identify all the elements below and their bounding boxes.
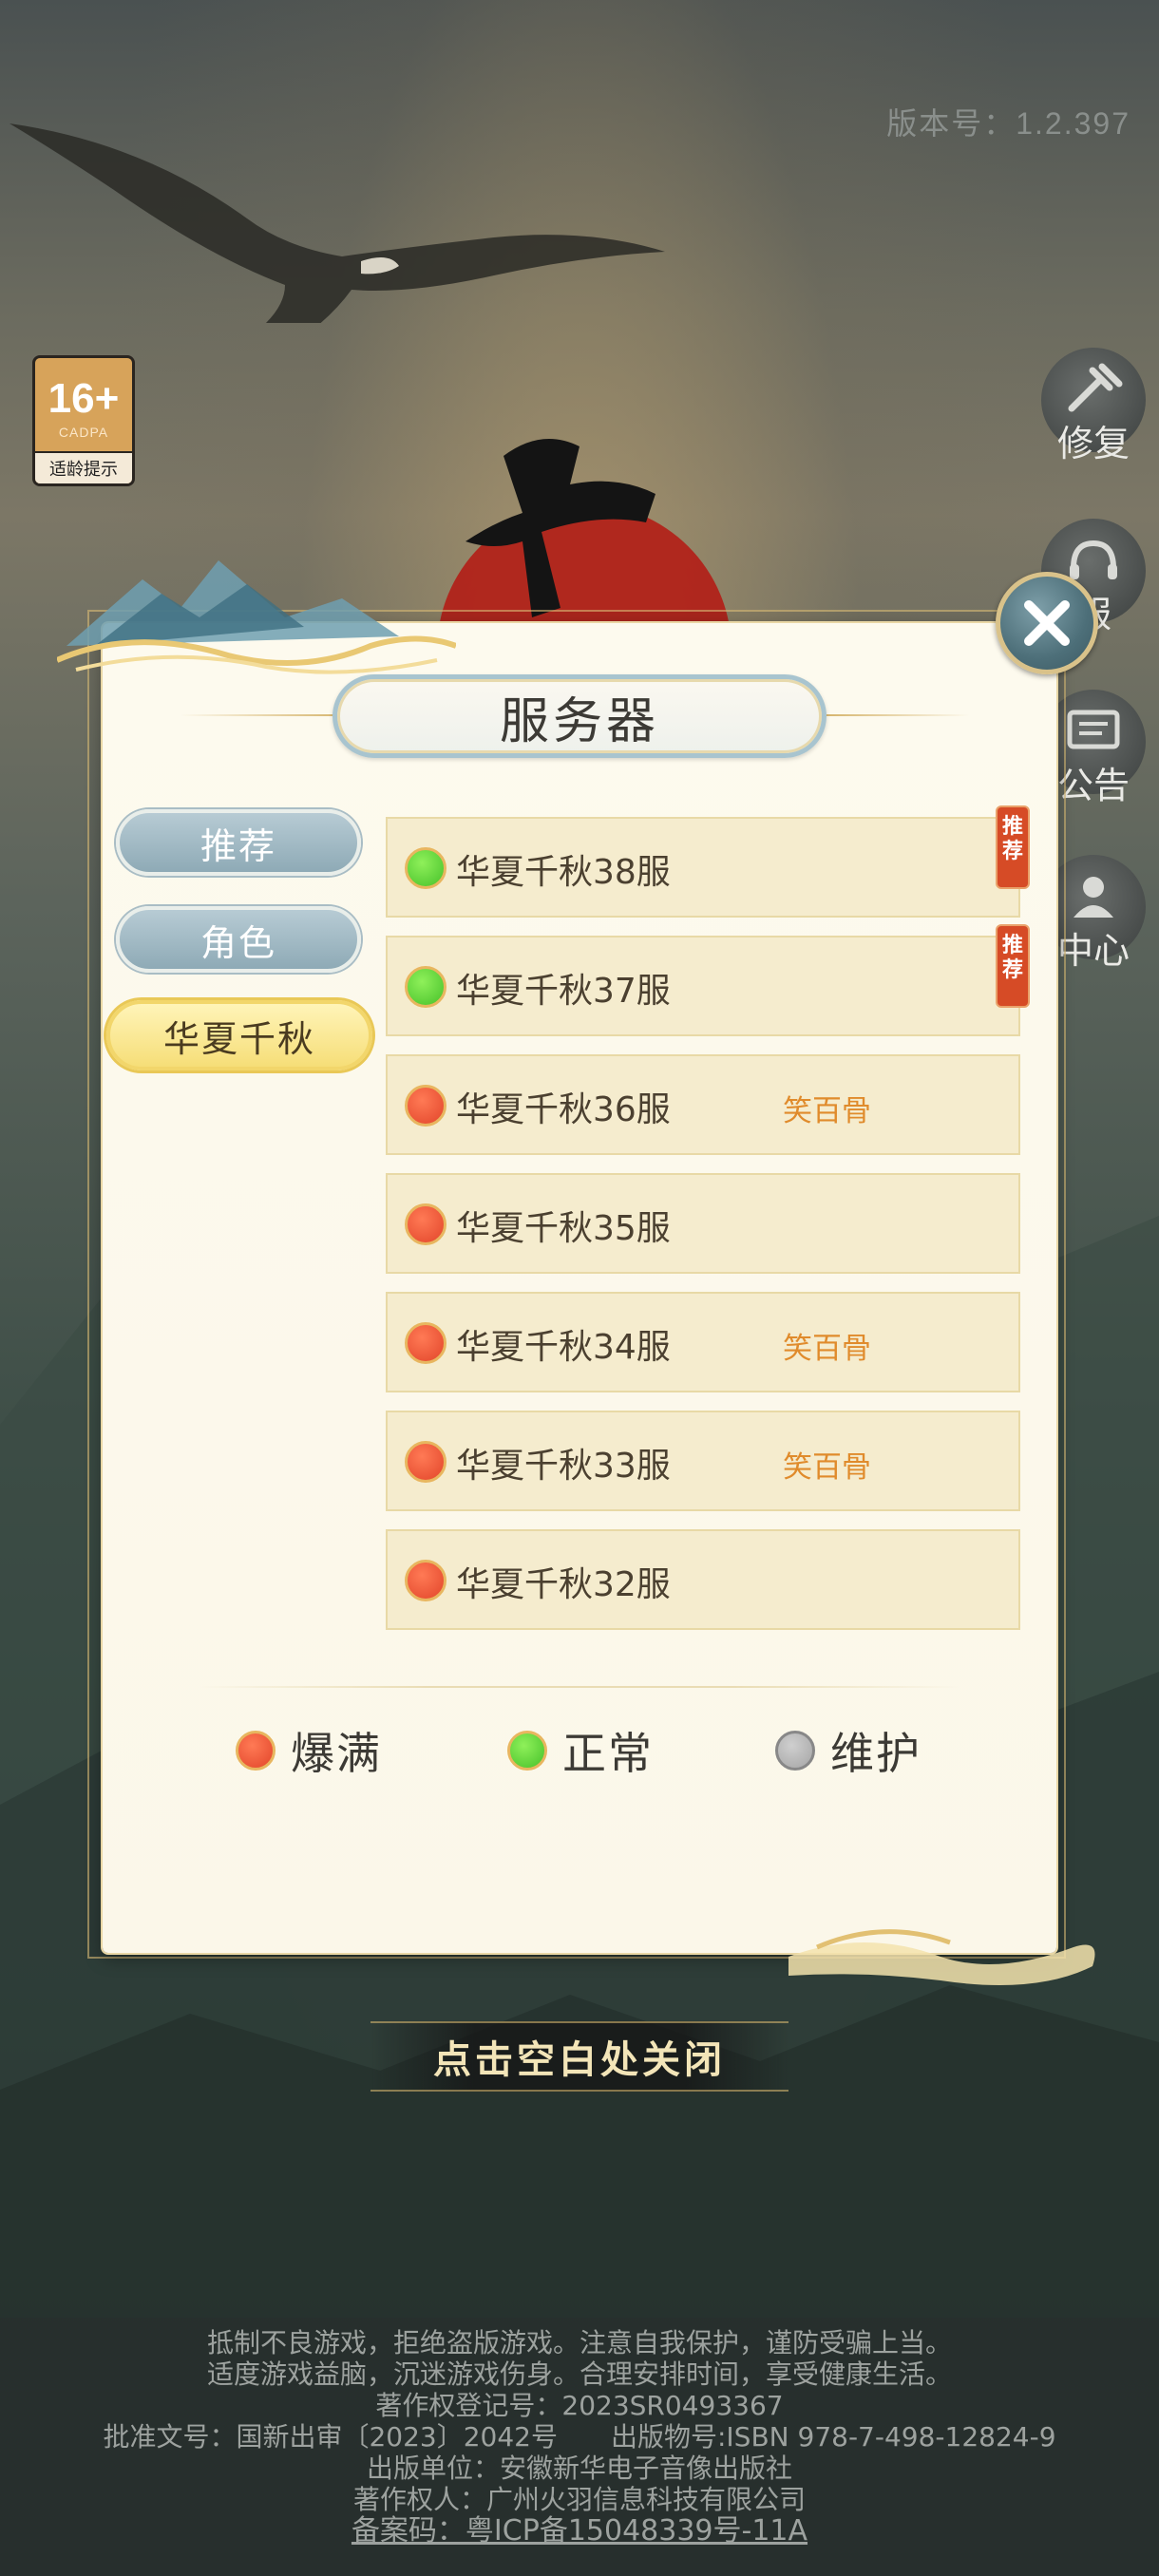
server-name: 华夏千秋36服 xyxy=(456,1090,671,1129)
server-row[interactable]: 华夏千秋32服 xyxy=(386,1529,1020,1630)
announcement-label: 公告 xyxy=(1056,765,1130,806)
legend-normal: 正常 xyxy=(507,1719,654,1782)
server-tag: 笑百骨 xyxy=(783,1332,871,1366)
status-normal-dot xyxy=(405,847,446,889)
server-row[interactable]: 华夏千秋37服 xyxy=(386,936,1020,1036)
age-rating-org: CADPA xyxy=(58,425,109,440)
status-full-dot xyxy=(405,1085,446,1127)
tab-huaxia-qianqiu[interactable]: 华夏千秋 xyxy=(106,1000,372,1070)
tab-huaxia-qianqiu-label: 华夏千秋 xyxy=(162,1017,315,1060)
footer-line: 抵制不良游戏，拒绝盗版游戏。注意自我保护，谨防受骗上当。 xyxy=(206,2327,952,2358)
user-center-label: 中心 xyxy=(1056,930,1130,972)
footer-line: 著作权登记号：2023SR0493367 xyxy=(375,2390,784,2421)
server-name: 华夏千秋33服 xyxy=(456,1447,671,1486)
icp-link[interactable]: 备案码：粤ICP备15048339号-11A xyxy=(0,2515,1159,2547)
status-full-dot xyxy=(405,1322,446,1364)
server-tag: 笑百骨 xyxy=(783,1094,871,1128)
user-center-icon xyxy=(1074,877,1113,918)
server-name: 华夏千秋35服 xyxy=(456,1209,671,1248)
repair-label: 修复 xyxy=(1056,423,1130,464)
dialog-title: 服务器 xyxy=(499,692,659,750)
status-full-dot xyxy=(405,1560,446,1601)
recommend-badge: 推荐 xyxy=(996,924,1030,1008)
legend-full-dot xyxy=(236,1731,276,1771)
eagle-illustration xyxy=(10,123,665,323)
server-name: 华夏千秋38服 xyxy=(456,853,671,892)
age-rating-badge[interactable]: 16+ CADPA 适龄提示 xyxy=(32,355,135,486)
tab-characters[interactable]: 角色 xyxy=(116,906,361,973)
footer-line: 出版单位：安徽新华电子音像出版社 xyxy=(366,2453,792,2484)
tab-characters-label: 角色 xyxy=(200,921,276,964)
footer-line: 适度游戏益脑，沉迷游戏伤身。合理安排时间，享受健康生活。 xyxy=(206,2358,952,2390)
age-rating-tip: 适龄提示 xyxy=(35,451,132,483)
recommend-badge-char: 推 xyxy=(1001,934,1023,957)
server-tag: 笑百骨 xyxy=(783,1450,871,1485)
game-logo-calligraphy xyxy=(466,439,656,617)
server-row[interactable]: 华夏千秋33服 笑百骨 xyxy=(386,1411,1020,1511)
legend-divider xyxy=(200,1686,960,1688)
recommend-badge: 推荐 xyxy=(996,805,1030,889)
legend-normal-label: 正常 xyxy=(562,1728,654,1779)
recommend-badge-char: 荐 xyxy=(1001,840,1023,863)
status-full-dot xyxy=(405,1441,446,1483)
repair-button[interactable]: 修复 xyxy=(1041,348,1146,462)
close-icon xyxy=(1024,600,1070,646)
title-left-line xyxy=(180,714,342,716)
dialog-title-bar: 服务器 xyxy=(171,665,988,769)
server-row[interactable]: 华夏千秋34服 笑百骨 xyxy=(386,1292,1020,1392)
legend-maintenance-label: 维护 xyxy=(830,1728,922,1779)
legend-normal-dot xyxy=(507,1731,547,1771)
legend-maintenance-dot xyxy=(775,1731,815,1771)
server-row[interactable]: 华夏千秋38服 xyxy=(386,817,1020,918)
footer-line: 著作权人：广州火羽信息科技有限公司 xyxy=(352,2484,806,2515)
version-label: 版本号：1.2.397 xyxy=(886,106,1130,141)
server-name: 华夏千秋37服 xyxy=(456,972,671,1011)
status-full-dot xyxy=(405,1203,446,1245)
recommend-badge-text: 推荐 xyxy=(998,934,1028,983)
legend-full-label: 爆满 xyxy=(291,1728,382,1779)
notice-board-icon xyxy=(1067,710,1120,749)
status-normal-dot xyxy=(405,966,446,1008)
legal-footer: 抵制不良游戏，拒绝盗版游戏。注意自我保护，谨防受骗上当。 适度游戏益脑，沉迷游戏… xyxy=(0,2318,1159,2576)
tap-blank-to-close-hint[interactable]: 点击空白处关闭 xyxy=(370,2021,788,2092)
title-plaque: 服务器 xyxy=(332,674,826,758)
server-row[interactable]: 华夏千秋35服 xyxy=(386,1173,1020,1274)
server-row[interactable]: 华夏千秋36服 笑百骨 xyxy=(386,1054,1020,1155)
wrench-hammer-icon xyxy=(1068,363,1123,412)
server-name: 华夏千秋34服 xyxy=(456,1328,671,1367)
legend-maintenance: 维护 xyxy=(775,1719,922,1782)
tab-recommended[interactable]: 推荐 xyxy=(116,809,361,876)
recommend-badge-char: 推 xyxy=(1001,815,1023,839)
server-name: 华夏千秋32服 xyxy=(456,1565,671,1604)
age-rating-number: 16+ xyxy=(48,375,120,422)
tab-recommended-label: 推荐 xyxy=(200,824,276,867)
close-dialog-button[interactable] xyxy=(996,572,1098,674)
recommend-badge-char: 荐 xyxy=(1001,958,1023,982)
footer-line: 批准文号：国新出审〔2023〕2042号 出版物号:ISBN 978-7-498… xyxy=(103,2421,1056,2453)
recommend-badge-text: 推荐 xyxy=(998,815,1028,864)
legend-full: 爆满 xyxy=(236,1719,382,1782)
title-right-line xyxy=(826,714,969,716)
